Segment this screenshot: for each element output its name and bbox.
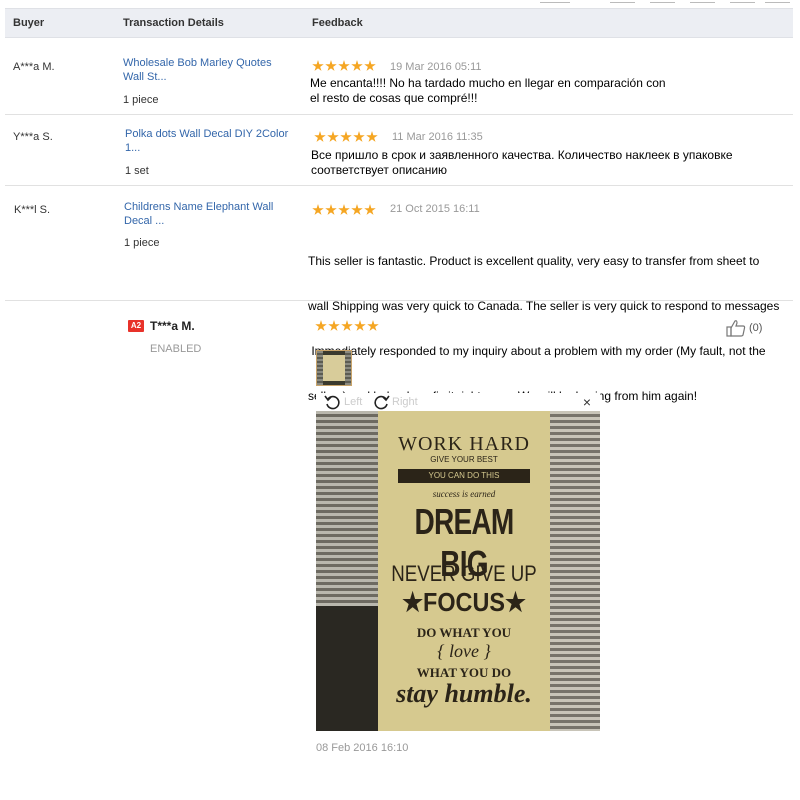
star-icon: [338, 60, 350, 71]
review-photo: WORK HARD GIVE YOUR BEST YOU CAN DO THIS…: [316, 411, 600, 731]
feedback-line: Все пришло в срок и заявленного качества…: [311, 148, 733, 162]
feedback-line: This seller is fantastic. Product is exc…: [308, 254, 760, 268]
poster-text: WORK HARD: [398, 433, 530, 455]
quantity: 1 piece: [124, 237, 160, 249]
feedback-date: 21 Oct 2015 16:11: [390, 203, 480, 215]
feedback-table-header: Buyer Transaction Details Feedback: [5, 8, 793, 38]
rotate-left-label: Left: [344, 396, 363, 408]
buyer-name: K***l S.: [14, 204, 51, 216]
rotate-right-icon: [374, 395, 390, 410]
star-icon: [325, 60, 337, 71]
product-link[interactable]: Polka dots Wall Decal DIY 2Color 1...: [125, 127, 300, 155]
rotate-left-button[interactable]: Left: [324, 393, 362, 411]
feedback-date: 11 Mar 2016 11:35: [392, 131, 483, 143]
poster-text: NEVER GIVE UP: [391, 561, 537, 586]
poster-text: { love }: [437, 641, 491, 661]
star-rating: [314, 130, 379, 144]
helpful-count: (0): [749, 322, 763, 334]
quantity: 1 set: [125, 165, 149, 177]
row-divider: [5, 114, 793, 115]
star-icon: [312, 60, 324, 71]
feedback-text: Me encanta!!!! No ha tardado mucho en ll…: [310, 76, 790, 106]
review-photo-thumbnail[interactable]: [316, 350, 352, 386]
reviewer-status: ENABLED: [150, 343, 202, 355]
star-rating: [312, 59, 377, 73]
page-link[interactable]: [690, 0, 715, 3]
poster-text: stay humble.: [396, 679, 532, 708]
close-viewer-button[interactable]: ×: [583, 395, 591, 409]
star-icon: [364, 204, 376, 215]
rotate-right-label: Right: [392, 396, 418, 408]
wall-decal-poster: WORK HARD GIVE YOUR BEST YOU CAN DO THIS…: [378, 411, 550, 731]
helpful-button[interactable]: (0): [726, 319, 762, 337]
poster-text: ★FOCUS★: [402, 587, 526, 617]
rotate-right-button[interactable]: Right: [372, 393, 418, 411]
quantity: 1 piece: [123, 94, 159, 106]
star-icon: [327, 131, 339, 142]
thumbs-up-icon: [726, 320, 746, 337]
star-icon: [338, 204, 350, 215]
feedback-date: 19 Mar 2016 05:11: [390, 61, 482, 73]
page-link[interactable]: [765, 0, 790, 3]
star-icon: [366, 131, 378, 142]
product-link[interactable]: Childrens Name Elephant Wall Decal ...: [124, 200, 296, 228]
feedback-line: соответствует описанию: [311, 163, 448, 177]
star-icon: [325, 204, 337, 215]
buyer-name: A***a M.: [13, 61, 55, 73]
product-link[interactable]: Wholesale Bob Marley Quotes Wall St...: [123, 56, 293, 84]
star-icon: [314, 131, 326, 142]
star-icon: [340, 131, 352, 142]
poster-text: YOU CAN DO THIS: [398, 469, 530, 483]
poster-text: DO WHAT YOU: [416, 625, 512, 640]
star-icon: [328, 320, 340, 331]
buyer-level-badge: A2: [128, 320, 144, 332]
feedback-line: wall Shipping was very quick to Canada. …: [308, 299, 780, 313]
star-icon: [341, 320, 353, 331]
star-icon: [367, 320, 379, 331]
rotate-left-icon: [324, 395, 340, 410]
buyer-name: Y***a S.: [13, 131, 53, 143]
photo-viewer-toolbar: Left Right ×: [316, 393, 600, 411]
star-icon: [353, 131, 365, 142]
header-buyer: Buyer: [13, 17, 45, 29]
feedback-text: Все пришло в срок и заявленного качества…: [311, 148, 796, 178]
poster-text: GIVE YOUR BEST: [430, 455, 498, 464]
page-link[interactable]: [730, 0, 755, 3]
page-link[interactable]: [610, 0, 635, 3]
star-icon: [312, 204, 324, 215]
header-feedback: Feedback: [312, 17, 363, 29]
star-icon: [364, 60, 376, 71]
row-divider: [5, 185, 793, 186]
feedback-line: el resto de cosas que compré!!!: [310, 91, 478, 105]
page-link[interactable]: [540, 0, 570, 3]
star-rating: [312, 203, 377, 217]
feedback-line: Immediately responded to my inquiry abou…: [308, 344, 766, 358]
star-icon: [354, 320, 366, 331]
page-link[interactable]: [650, 0, 675, 3]
row-divider: [5, 300, 793, 301]
star-icon: [351, 60, 363, 71]
star-rating: [315, 319, 380, 333]
feedback-line: Me encanta!!!! No ha tardado mucho en ll…: [310, 76, 666, 90]
header-transaction-details: Transaction Details: [123, 17, 224, 29]
poster-text: success is earned: [432, 489, 496, 499]
pagination-remnant: [0, 0, 800, 6]
star-icon: [315, 320, 327, 331]
reviewer-name: T***a M.: [150, 319, 195, 333]
star-icon: [351, 204, 363, 215]
review-date: 08 Feb 2016 16:10: [316, 742, 409, 754]
